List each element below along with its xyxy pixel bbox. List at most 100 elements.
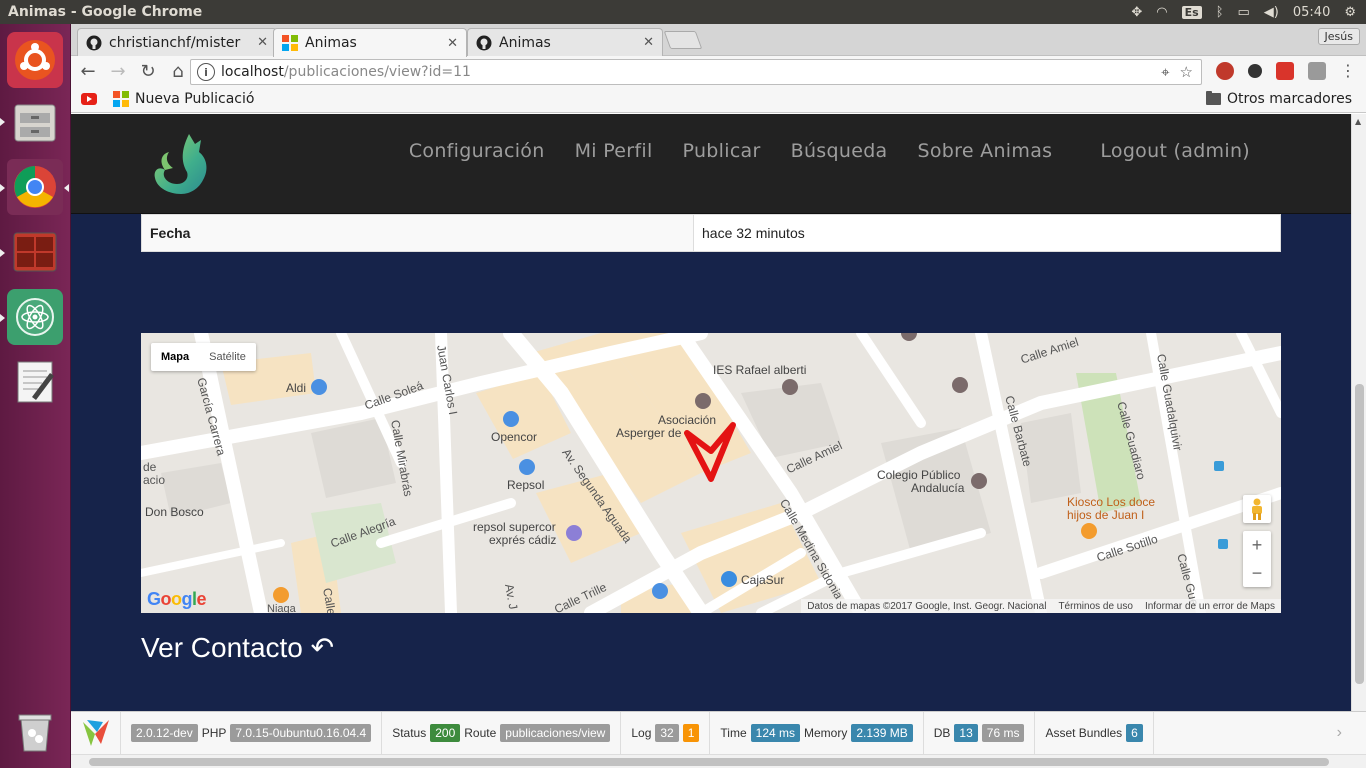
horizontal-scrollbar[interactable] [71,754,1366,768]
street-view-pegman-icon[interactable] [1243,495,1271,523]
extension-flag-icon[interactable] [1276,62,1294,80]
scroll-up-icon[interactable]: ▲ [1355,117,1361,126]
menu-sobre-animas[interactable]: Sobre Animas [903,140,1068,162]
debug-request-block[interactable]: Status 200 Route publicaciones/view [382,711,622,755]
keyboard-layout-indicator[interactable]: Es [1181,5,1202,19]
folder-icon [1205,91,1221,105]
time-label: Time [720,726,747,740]
map-report-error-link[interactable]: Informar de un error de Maps [1145,601,1275,612]
extension-gray-icon[interactable] [1308,62,1326,80]
google-logo[interactable]: Google [147,589,207,610]
other-bookmarks-button[interactable]: Otros marcadores [1205,91,1352,107]
settings-gear-icon[interactable]: ⚙ [1344,5,1356,20]
terminal-icon[interactable] [7,224,63,280]
trash-icon[interactable] [7,704,63,760]
debug-profiling-block[interactable]: Time 124 ms Memory 2.139 MB [710,711,924,755]
files-icon[interactable] [7,94,63,150]
clock[interactable]: 05:40 [1293,5,1330,20]
volume-icon[interactable]: ◀) [1264,5,1279,20]
dropbox-icon[interactable]: ✥ [1131,5,1142,20]
page-viewport: Configuración Mi Perfil Publicar Búsqued… [71,114,1351,711]
map-terms-link[interactable]: Términos de uso [1058,601,1132,612]
yii-logo-icon[interactable] [71,711,121,755]
profile-button[interactable]: Jesús [1317,28,1360,45]
tab-close-icon[interactable]: ✕ [257,35,268,50]
url-path: /publicaciones/view?id=11 [283,64,471,80]
tab-label: christianchf/mister [109,34,241,51]
reload-icon[interactable]: ↻ [135,58,161,84]
tab-animas-active[interactable]: Animas ✕ [273,28,467,57]
debug-db-block[interactable]: DB 13 76 ms [924,711,1036,755]
menu-configuracion[interactable]: Configuración [394,140,560,162]
map-type-control: Mapa Satélite [151,343,256,371]
menu-publicar[interactable]: Publicar [668,140,776,162]
bookmarks-bar: Nueva Publicació Otros marcadores [71,86,1366,113]
hscrollbar-thumb[interactable] [89,758,1329,766]
text-editor-icon[interactable] [7,354,63,410]
chevron-right-icon[interactable]: › [1337,724,1342,742]
tab-github-mister[interactable]: christianchf/mister ✕ [77,28,277,56]
map-tiles[interactable] [141,333,1281,613]
tab-close-icon[interactable]: ✕ [447,36,458,51]
zoom-out-button[interactable]: − [1243,559,1271,587]
tab-github-animas[interactable]: Animas ✕ [467,28,663,56]
bluetooth-icon[interactable]: ᛒ [1216,5,1224,20]
running-indicator [0,314,5,322]
bookmark-nueva-publicacion[interactable]: Nueva Publicació [113,91,254,107]
scrollbar-thumb[interactable] [1355,384,1364,684]
debug-version-block[interactable]: 2.0.12-dev PHP 7.0.15-0ubuntu0.16.04.4 [121,711,383,755]
location-target-icon[interactable]: ⌖ [1161,63,1169,81]
debug-log-block[interactable]: Log 32 1 [621,711,711,755]
new-tab-button[interactable] [663,31,703,49]
map-label-asociacion: Asociación [658,413,717,427]
assets-badge: 6 [1126,724,1143,742]
back-arrow-icon[interactable]: ← [75,58,101,84]
animas-fox-logo-icon[interactable] [151,132,213,198]
bookmark-label: Nueva Publicació [135,91,255,107]
memory-label: Memory [804,726,848,740]
github-icon [476,35,492,51]
chrome-menu-icon[interactable]: ⋮ [1340,62,1356,80]
zoom-in-button[interactable]: + [1243,531,1271,559]
map-type-satelite-button[interactable]: Satélite [199,343,256,371]
menu-logout[interactable]: Logout (admin) [1085,140,1265,162]
home-icon[interactable]: ⌂ [165,58,191,84]
map-label-de: de [143,460,157,474]
map-label-kiosco: Kiosco Los doce [1067,495,1156,509]
atom-editor-icon[interactable] [7,289,63,345]
chrome-icon[interactable] [7,159,63,215]
db-count-badge: 13 [954,724,978,742]
ver-contacto-link[interactable]: Ver Contacto ↶ [141,631,334,664]
map-type-mapa-button[interactable]: Mapa [151,343,199,371]
memory-badge: 2.139 MB [851,724,913,742]
unity-launcher [0,24,71,768]
tab-close-icon[interactable]: ✕ [643,35,654,50]
wifi-icon[interactable]: ◠ [1156,5,1167,20]
os-top-panel: Animas - Google Chrome ✥ ◠ Es ᛒ ▭ ◀) 05:… [0,0,1366,24]
bookmark-youtube[interactable] [81,91,103,107]
url-host: localhost [221,64,284,80]
other-bookmarks-label: Otros marcadores [1226,91,1352,107]
battery-icon[interactable]: ▭ [1238,5,1250,20]
map-label-asperger: Asperger de [616,426,682,440]
tab-strip: christianchf/mister ✕ Animas ✕ Animas ✕ … [71,24,1366,57]
tab-label: Animas [499,34,551,51]
address-bar[interactable]: i localhost/publicaciones/view?id=11 ⌖ ☆ [190,59,1202,85]
bookmark-star-icon[interactable]: ☆ [1180,63,1193,81]
extension-audio-icon[interactable] [1248,64,1262,78]
debug-assets-block[interactable]: Asset Bundles 6 [1035,711,1154,755]
site-navbar: Configuración Mi Perfil Publicar Búsqued… [71,114,1351,214]
extension-red-icon[interactable] [1216,62,1234,80]
extensions: ⋮ [1216,62,1356,80]
log-warning-badge: 1 [682,724,700,742]
running-indicator [0,249,5,257]
google-map[interactable]: Aldi Opencor Repsol repsol supercor expr… [141,333,1281,613]
menu-busqueda[interactable]: Búsqueda [776,140,903,162]
vertical-scrollbar[interactable]: ▲ [1351,114,1366,711]
forward-arrow-icon[interactable]: → [105,58,131,84]
yii-icon [113,91,129,107]
ubuntu-dash-icon[interactable] [7,32,63,88]
map-label-niaga: Niaga [267,603,296,613]
info-icon[interactable]: i [197,63,215,81]
menu-mi-perfil[interactable]: Mi Perfil [560,140,668,162]
